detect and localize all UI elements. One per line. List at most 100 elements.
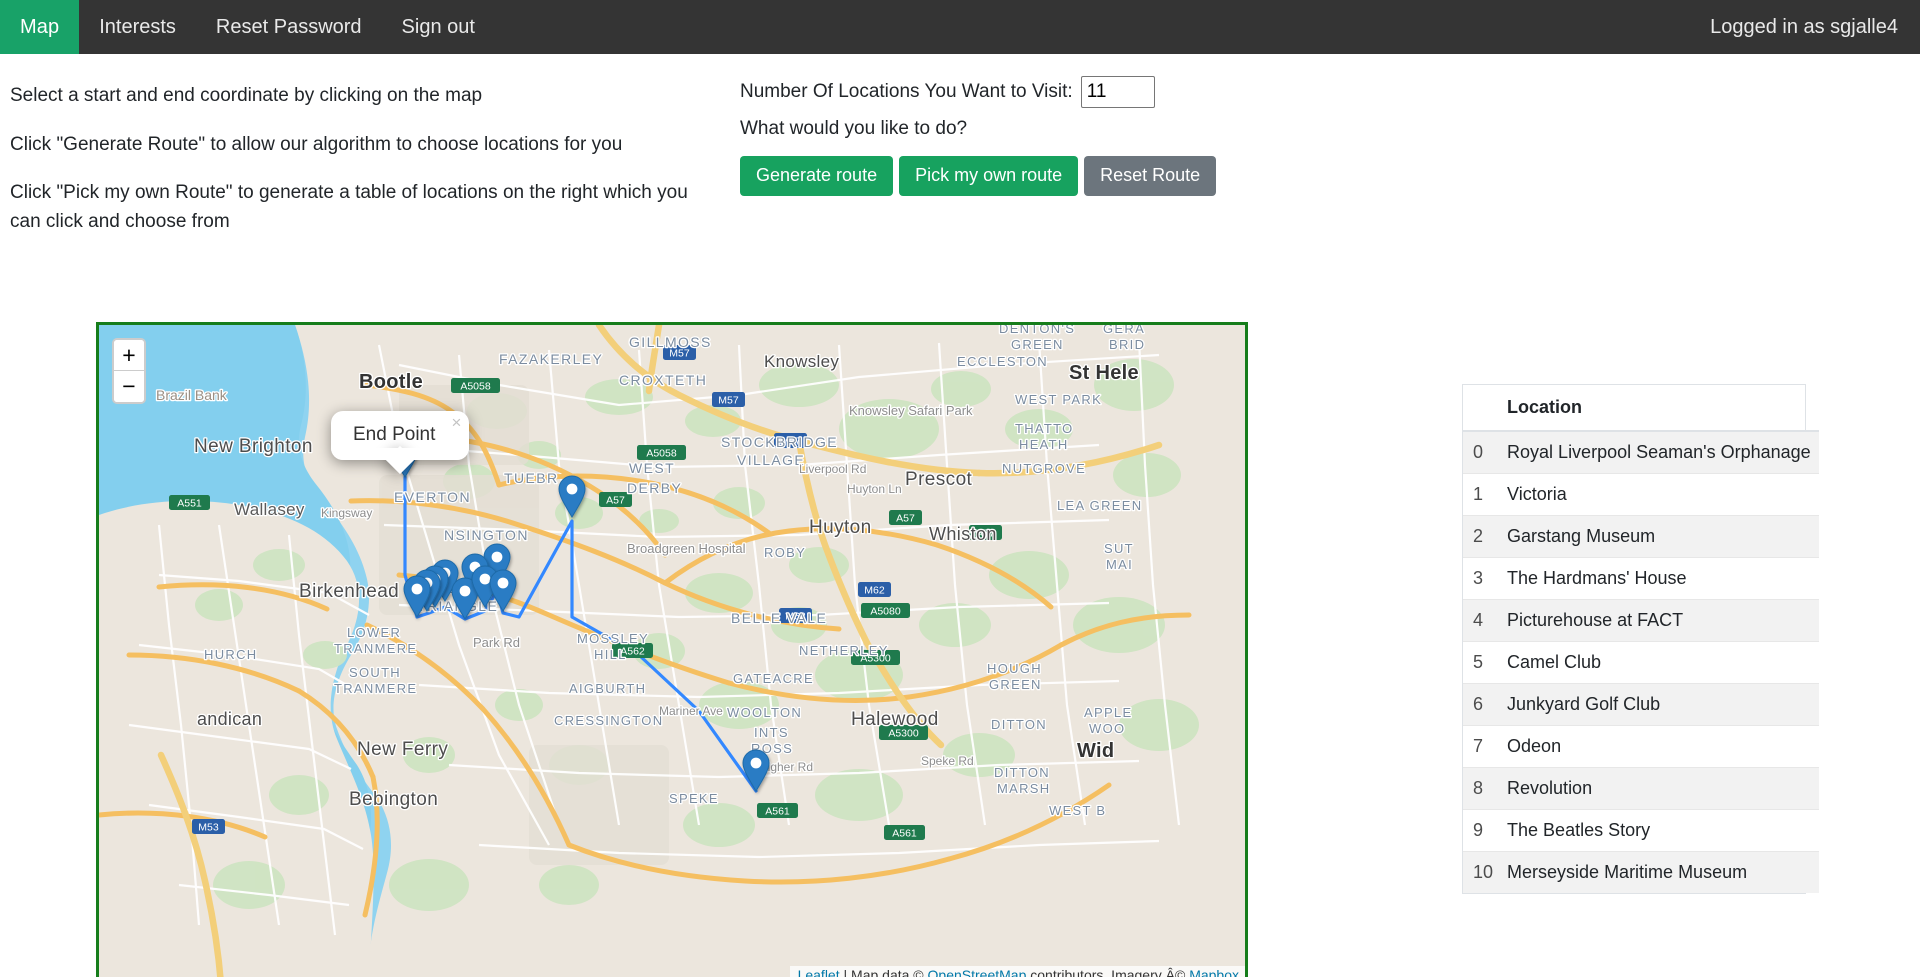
zoom-out-button[interactable]: − xyxy=(114,371,144,402)
road-shield: M57 xyxy=(712,392,745,407)
nav-item-reset-password[interactable]: Reset Password xyxy=(196,0,382,54)
map-label: WOO xyxy=(1089,721,1125,736)
generate-route-button[interactable]: Generate route xyxy=(740,156,894,196)
table-row[interactable]: 5 Camel Club xyxy=(1463,641,1819,684)
openstreetmap-link[interactable]: OpenStreetMap xyxy=(928,967,1027,977)
map-label: BRID xyxy=(1109,337,1145,352)
map-label: Huyton Ln xyxy=(847,482,902,496)
map-popup-text: End Point xyxy=(353,424,436,445)
question-row: What would you like to do? xyxy=(740,118,1260,140)
map-label: TRANMERE xyxy=(334,641,417,656)
road-shield: A5058 xyxy=(637,445,686,460)
table-row[interactable]: 3 The Hardmans' House xyxy=(1463,557,1819,600)
row-index: 0 xyxy=(1463,430,1494,474)
road-shield: A5080 xyxy=(861,603,910,618)
map-label: GREEN xyxy=(989,677,1042,692)
map-label: LOWER xyxy=(347,625,401,640)
num-locations-label: Number Of Locations You Want to Visit: xyxy=(740,81,1073,102)
map-label: CRESSINGTON xyxy=(554,713,663,728)
table-row[interactable]: 0 Royal Liverpool Seaman's Orphanage xyxy=(1463,430,1819,474)
map-label: APPLE xyxy=(1084,705,1132,720)
table-row[interactable]: 2 Garstang Museum xyxy=(1463,515,1819,558)
map-popup-body: End Point × xyxy=(331,411,470,475)
table-row[interactable]: 9 The Beatles Story xyxy=(1463,809,1819,852)
row-index: 2 xyxy=(1463,515,1494,558)
map-label: GERA xyxy=(1103,325,1145,336)
road-shield-label: M62 xyxy=(864,585,885,597)
map-label: Kingsway xyxy=(321,506,372,520)
instructions-block: Select a start and end coordinate by cli… xyxy=(10,82,710,256)
row-index: 5 xyxy=(1463,641,1494,684)
map-label: Liverpool Rd xyxy=(799,462,866,476)
row-location-name: Camel Club xyxy=(1493,641,1819,684)
row-index: 4 xyxy=(1463,599,1494,642)
table-row[interactable]: 4 Picturehouse at FACT xyxy=(1463,599,1819,642)
road-shield: A57 xyxy=(889,510,922,525)
road-shield: A551 xyxy=(169,495,210,510)
table-row[interactable]: 1 Victoria xyxy=(1463,473,1819,516)
pick-my-own-route-button[interactable]: Pick my own route xyxy=(899,156,1079,196)
map-label: NUTGROVE xyxy=(1002,461,1086,476)
table-row[interactable]: 8 Revolution xyxy=(1463,767,1819,810)
map-label: SUT xyxy=(1104,541,1134,556)
zoom-in-button[interactable]: + xyxy=(114,340,144,371)
road-shield: A561 xyxy=(757,803,798,818)
road-shield: A561 xyxy=(884,825,925,840)
map-label: ROBY xyxy=(764,545,806,560)
num-locations-row: Number Of Locations You Want to Visit: xyxy=(740,76,1260,108)
row-location-name: The Hardmans' House xyxy=(1493,557,1819,600)
map-label: TUEBR xyxy=(504,470,558,486)
map-label: DERBY xyxy=(627,480,682,496)
map-label: LEA GREEN xyxy=(1057,498,1142,513)
map-label: STOCKBRIDGE xyxy=(721,434,838,450)
map-label: GATEACRE xyxy=(733,671,814,686)
map-label: WEST xyxy=(629,460,675,476)
locations-table-body: 0 Royal Liverpool Seaman's Orphanage 1 Vict… xyxy=(1463,430,1819,893)
locations-table-head: Location xyxy=(1463,385,1819,432)
row-location-name: Royal Liverpool Seaman's Orphanage xyxy=(1493,430,1819,474)
leaflet-link[interactable]: Leaflet xyxy=(798,967,840,977)
mapbox-link[interactable]: Mapbox xyxy=(1189,967,1239,977)
map-label: MAI xyxy=(1106,557,1133,572)
map-label: DENTON'S xyxy=(999,325,1075,336)
popup-close-icon[interactable]: × xyxy=(451,413,461,433)
zoom-control[interactable]: + − xyxy=(112,338,146,404)
road-shield-label: M53 xyxy=(198,822,219,834)
row-index: 6 xyxy=(1463,683,1494,726)
row-index: 7 xyxy=(1463,725,1494,768)
nav-item-interests[interactable]: Interests xyxy=(79,0,196,54)
nav-brand-map[interactable]: Map xyxy=(0,0,80,54)
map-label: Knowsley xyxy=(764,352,839,371)
map-label: NETHERLEY xyxy=(799,643,889,658)
row-index: 10 xyxy=(1463,851,1494,893)
map-label: Birkenhead xyxy=(299,581,399,602)
map-label: SOUTH xyxy=(349,665,401,680)
table-row[interactable]: 10 Merseyside Maritime Museum xyxy=(1463,851,1819,893)
table-row[interactable]: 7 Odeon xyxy=(1463,725,1819,768)
map-label: HOUGH xyxy=(987,661,1042,676)
column-header-location: Location xyxy=(1493,385,1819,432)
reset-route-button[interactable]: Reset Route xyxy=(1084,156,1217,196)
map-label: TRANMERE xyxy=(334,681,417,696)
map-tiles[interactable]: M57 M57 M57 M62 M62 M53 A5058 A5058 A57 A57 A57 A55… xyxy=(99,325,1245,977)
row-location-name: Odeon xyxy=(1493,725,1819,768)
nav-item-sign-out[interactable]: Sign out xyxy=(382,0,495,54)
map-label: Huyton xyxy=(809,517,872,538)
map-attribution: Leaflet | Map data © OpenStreetMap contr… xyxy=(789,966,1245,977)
map-label: HURCH xyxy=(204,647,257,662)
question-label: What would you like to do? xyxy=(740,118,968,139)
map-container[interactable]: M57 M57 M57 M62 M62 M53 A5058 A5058 A57 A57 A57 A55… xyxy=(96,322,1248,977)
map-label: FAZAKERLEY xyxy=(499,351,603,367)
row-index: 9 xyxy=(1463,809,1494,852)
road-shield-label: A551 xyxy=(177,498,202,510)
row-location-name: Victoria xyxy=(1493,473,1819,516)
map-label: ECCLESTON xyxy=(957,354,1048,369)
map-label: andican xyxy=(197,709,262,729)
page-body: Select a start and end coordinate by cli… xyxy=(0,54,1920,977)
table-row[interactable]: 6 Junkyard Golf Club xyxy=(1463,683,1819,726)
road-shield-label: A561 xyxy=(892,828,917,840)
row-index: 8 xyxy=(1463,767,1494,810)
map-label: Speke Rd xyxy=(921,754,974,768)
num-locations-input[interactable] xyxy=(1080,76,1155,108)
map-label: AIGBURTH xyxy=(569,681,646,696)
